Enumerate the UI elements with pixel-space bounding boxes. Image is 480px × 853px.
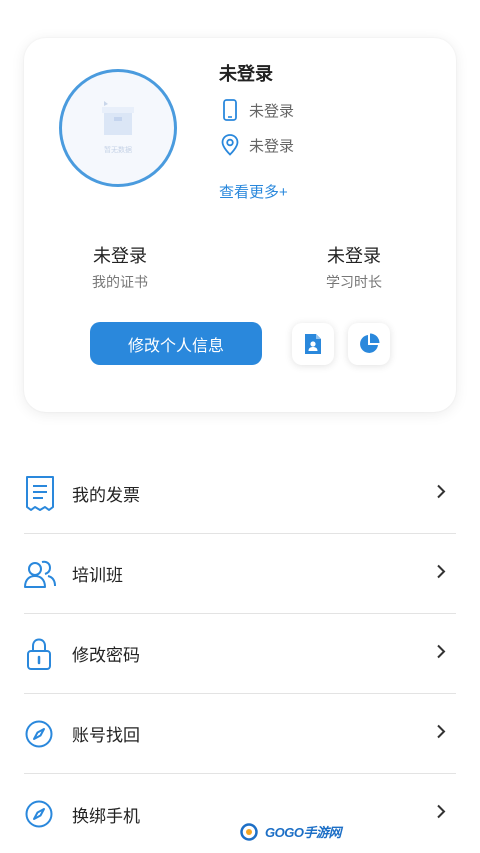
avatar[interactable]: 暂无数据 [59, 69, 177, 187]
menu-item-label: 培训班 [72, 566, 123, 585]
phone-icon [219, 98, 241, 122]
compass-icon [24, 714, 58, 754]
avatar-caption: 暂无数据 [104, 147, 132, 154]
stat-value: 未登录 [327, 246, 381, 266]
phone-row: 未登录 [219, 98, 294, 122]
stat-study-time[interactable]: 未登录 学习时长 [284, 242, 424, 292]
profile-card: 暂无数据 未登录 未登录 未登录 查看更多+ 未登录 我的证书 未登录 学习时长… [24, 38, 456, 412]
empty-box-icon [102, 101, 134, 135]
chevron-right-icon [436, 563, 446, 584]
watermark-logo-icon [240, 822, 258, 841]
stat-label: 我的证书 [92, 274, 148, 290]
phone-text: 未登录 [249, 102, 295, 120]
stat-value: 未登录 [93, 246, 147, 266]
menu-item-label: 修改密码 [72, 646, 140, 665]
chevron-right-icon [436, 804, 446, 825]
id-document-icon [305, 334, 321, 354]
menu-item-change-password[interactable]: 修改密码 [24, 614, 456, 694]
stat-certificates[interactable]: 未登录 我的证书 [50, 242, 190, 292]
profile-card-button[interactable] [292, 323, 334, 365]
menu-item-change-phone[interactable]: 换绑手机 [24, 774, 456, 853]
settings-menu: 我的发票 培训班 修改密码 账号找回 换绑手机 [24, 454, 456, 853]
lock-icon [24, 634, 58, 674]
chevron-right-icon [436, 723, 446, 744]
group-icon [24, 554, 58, 594]
pie-chart-icon [360, 333, 380, 353]
chevron-right-icon [436, 483, 446, 504]
menu-item-training-class[interactable]: 培训班 [24, 534, 456, 614]
invoice-icon [24, 474, 58, 514]
menu-item-invoice[interactable]: 我的发票 [24, 454, 456, 534]
location-text: 未登录 [249, 137, 295, 155]
statistics-button[interactable] [348, 323, 390, 365]
menu-item-label: 换绑手机 [72, 806, 140, 826]
compass-icon [24, 794, 58, 834]
edit-profile-button[interactable]: 修改个人信息 [90, 322, 262, 365]
watermark-text: GOGO手游网 [265, 825, 341, 840]
menu-item-label: 我的发票 [72, 486, 140, 505]
location-pin-icon [219, 133, 241, 157]
location-row: 未登录 [219, 133, 294, 157]
watermark: GOGO手游网 [240, 822, 341, 841]
user-name: 未登录 [219, 64, 273, 84]
stat-label: 学习时长 [326, 274, 382, 290]
chevron-right-icon [436, 643, 446, 664]
view-more-link[interactable]: 查看更多+ [219, 181, 288, 202]
menu-item-account-recovery[interactable]: 账号找回 [24, 694, 456, 774]
menu-item-label: 账号找回 [72, 726, 140, 745]
